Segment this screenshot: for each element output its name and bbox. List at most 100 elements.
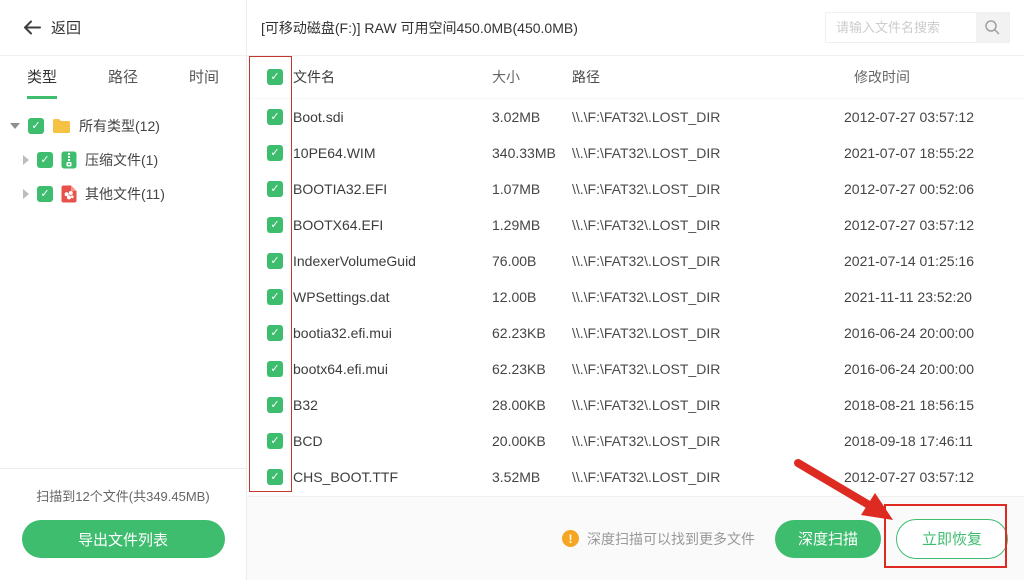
file-name: bootx64.efi.mui bbox=[293, 361, 492, 377]
warning-icon: ! bbox=[562, 530, 579, 547]
file-size: 3.02MB bbox=[492, 109, 572, 125]
table-row[interactable]: ✓ BCD20.00KB\\.\F:\FAT32\.LOST_DIR2018-09… bbox=[247, 423, 1024, 459]
deep-scan-button[interactable]: 深度扫描 bbox=[775, 520, 881, 558]
tree-item-label: 其他文件(11) bbox=[85, 184, 165, 204]
arrow-left-icon bbox=[23, 20, 42, 35]
file-path: \\.\F:\FAT32\.LOST_DIR bbox=[572, 289, 844, 305]
row-checkbox[interactable]: ✓ bbox=[267, 361, 283, 377]
tree-checkbox[interactable]: ✓ bbox=[37, 186, 53, 202]
row-checkbox[interactable]: ✓ bbox=[267, 433, 283, 449]
table-rows: ✓Boot.sdi3.02MB\\.\F:\FAT32\.LOST_DIR201… bbox=[247, 99, 1024, 495]
archive-file-icon bbox=[61, 151, 77, 169]
file-size: 28.00KB bbox=[492, 397, 572, 413]
column-header-modified[interactable]: 修改时间 bbox=[844, 67, 1024, 87]
main-header: [可移动磁盘(F:)] RAW 可用空间450.0MB(450.0MB) bbox=[247, 0, 1024, 56]
file-modified: 2021-11-11 23:52:20 bbox=[844, 289, 1024, 305]
app-window: 返回 类型 路径 时间 ✓ 所有类型(12) ✓ 压缩文件(1 bbox=[0, 0, 1024, 580]
file-modified: 2012-07-27 03:57:12 bbox=[844, 217, 1024, 233]
file-path: \\.\F:\FAT32\.LOST_DIR bbox=[572, 469, 844, 485]
tab-path[interactable]: 路径 bbox=[108, 66, 138, 99]
tree-item-label: 压缩文件(1) bbox=[85, 150, 158, 170]
table-header: ✓ 文件名 大小 路径 修改时间 bbox=[247, 56, 1024, 99]
tree-item-all-types[interactable]: ✓ 所有类型(12) bbox=[0, 109, 246, 143]
table-row[interactable]: ✓ 10PE64.WIM340.33MB\\.\F:\FAT32\.LOST_DI… bbox=[247, 135, 1024, 171]
sidebar: 返回 类型 路径 时间 ✓ 所有类型(12) ✓ 压缩文件(1 bbox=[0, 0, 247, 580]
column-header-name[interactable]: 文件名 bbox=[293, 67, 492, 87]
search-button[interactable] bbox=[976, 13, 1009, 42]
file-path: \\.\F:\FAT32\.LOST_DIR bbox=[572, 145, 844, 161]
file-modified: 2012-07-27 03:57:12 bbox=[844, 109, 1024, 125]
file-size: 62.23KB bbox=[492, 325, 572, 341]
deep-scan-hint: 深度扫描可以找到更多文件 bbox=[587, 529, 755, 549]
file-name: bootia32.efi.mui bbox=[293, 325, 492, 341]
tree-item-label: 所有类型(12) bbox=[79, 116, 160, 136]
file-name: 10PE64.WIM bbox=[293, 145, 492, 161]
caret-down-icon[interactable] bbox=[10, 123, 20, 129]
file-modified: 2021-07-07 18:55:22 bbox=[844, 145, 1024, 161]
row-checkbox[interactable]: ✓ bbox=[267, 145, 283, 161]
row-checkbox[interactable]: ✓ bbox=[267, 325, 283, 341]
column-header-size[interactable]: 大小 bbox=[492, 67, 572, 87]
table-row[interactable]: ✓ WPSettings.dat12.00B\\.\F:\FAT32\.LOST_… bbox=[247, 279, 1024, 315]
row-checkbox[interactable]: ✓ bbox=[267, 469, 283, 485]
file-name: B32 bbox=[293, 397, 492, 413]
tree-item-other-files[interactable]: ✓ 其他文件(11) bbox=[0, 177, 246, 211]
file-name: BCD bbox=[293, 433, 492, 449]
row-checkbox[interactable]: ✓ bbox=[267, 253, 283, 269]
bottom-action-bar: ! 深度扫描可以找到更多文件 深度扫描 立即恢复 bbox=[247, 496, 1024, 580]
tree-item-archive-files[interactable]: ✓ 压缩文件(1) bbox=[0, 143, 246, 177]
file-size: 3.52MB bbox=[492, 469, 572, 485]
caret-right-icon[interactable] bbox=[23, 155, 29, 165]
file-name: BOOTIA32.EFI bbox=[293, 181, 492, 197]
table-row[interactable]: ✓BOOTIA32.EFI1.07MB\\.\F:\FAT32\.LOST_DI… bbox=[247, 171, 1024, 207]
file-path: \\.\F:\FAT32\.LOST_DIR bbox=[572, 253, 844, 269]
file-modified: 2012-07-27 03:57:12 bbox=[844, 469, 1024, 485]
table-row[interactable]: ✓bootia32.efi.mui62.23KB\\.\F:\FAT32\.LO… bbox=[247, 315, 1024, 351]
file-modified: 2016-06-24 20:00:00 bbox=[844, 361, 1024, 377]
file-size: 20.00KB bbox=[492, 433, 572, 449]
search-input[interactable] bbox=[826, 20, 976, 35]
row-checkbox[interactable]: ✓ bbox=[267, 109, 283, 125]
file-name: WPSettings.dat bbox=[293, 289, 492, 305]
table-row[interactable]: ✓ bootx64.efi.mui62.23KB\\.\F:\FAT32\.LOS… bbox=[247, 351, 1024, 387]
file-name: IndexerVolumeGuid bbox=[293, 253, 492, 269]
tree-checkbox[interactable]: ✓ bbox=[37, 152, 53, 168]
column-header-path[interactable]: 路径 bbox=[572, 67, 844, 87]
file-size: 1.29MB bbox=[492, 217, 572, 233]
back-button[interactable]: 返回 bbox=[0, 0, 246, 56]
file-size: 340.33MB bbox=[492, 145, 572, 161]
file-path: \\.\F:\FAT32\.LOST_DIR bbox=[572, 217, 844, 233]
row-checkbox[interactable]: ✓ bbox=[267, 397, 283, 413]
file-name: BOOTX64.EFI bbox=[293, 217, 492, 233]
file-path: \\.\F:\FAT32\.LOST_DIR bbox=[572, 361, 844, 377]
tab-type[interactable]: 类型 bbox=[27, 66, 57, 99]
table-row[interactable]: ✓B3228.00KB\\.\F:\FAT32\.LOST_DIR2018-08… bbox=[247, 387, 1024, 423]
tree-checkbox[interactable]: ✓ bbox=[28, 118, 44, 134]
file-path: \\.\F:\FAT32\.LOST_DIR bbox=[572, 109, 844, 125]
other-file-icon bbox=[61, 185, 77, 203]
file-modified: 2018-09-18 17:46:11 bbox=[844, 433, 1024, 449]
table-row[interactable]: ✓ IndexerVolumeGuid76.00B\\.\F:\FAT32\.LO… bbox=[247, 243, 1024, 279]
file-modified: 2021-07-14 01:25:16 bbox=[844, 253, 1024, 269]
table-row[interactable]: ✓ CHS_BOOT.TTF3.52MB\\.\F:\FAT32\.LOST_DI… bbox=[247, 459, 1024, 495]
scan-summary: 扫描到12个文件(共349.45MB) bbox=[0, 486, 246, 505]
export-file-list-button[interactable]: 导出文件列表 bbox=[22, 520, 225, 558]
file-modified: 2018-08-21 18:56:15 bbox=[844, 397, 1024, 413]
table-row[interactable]: ✓ BOOTX64.EFI1.29MB\\.\F:\FAT32\.LOST_DIR… bbox=[247, 207, 1024, 243]
recover-now-button[interactable]: 立即恢复 bbox=[896, 519, 1008, 559]
row-checkbox[interactable]: ✓ bbox=[267, 181, 283, 197]
file-size: 76.00B bbox=[492, 253, 572, 269]
file-type-tree: ✓ 所有类型(12) ✓ 压缩文件(1) ✓ 其他文件 bbox=[0, 99, 246, 211]
row-checkbox[interactable]: ✓ bbox=[267, 217, 283, 233]
table-row[interactable]: ✓Boot.sdi3.02MB\\.\F:\FAT32\.LOST_DIR201… bbox=[247, 99, 1024, 135]
back-label: 返回 bbox=[51, 17, 81, 38]
tab-time[interactable]: 时间 bbox=[189, 66, 219, 99]
row-checkbox[interactable]: ✓ bbox=[267, 289, 283, 305]
file-path: \\.\F:\FAT32\.LOST_DIR bbox=[572, 433, 844, 449]
file-size: 62.23KB bbox=[492, 361, 572, 377]
caret-right-icon[interactable] bbox=[23, 189, 29, 199]
select-all-checkbox[interactable]: ✓ bbox=[267, 69, 283, 85]
file-size: 12.00B bbox=[492, 289, 572, 305]
file-modified: 2016-06-24 20:00:00 bbox=[844, 325, 1024, 341]
file-name: CHS_BOOT.TTF bbox=[293, 469, 492, 485]
